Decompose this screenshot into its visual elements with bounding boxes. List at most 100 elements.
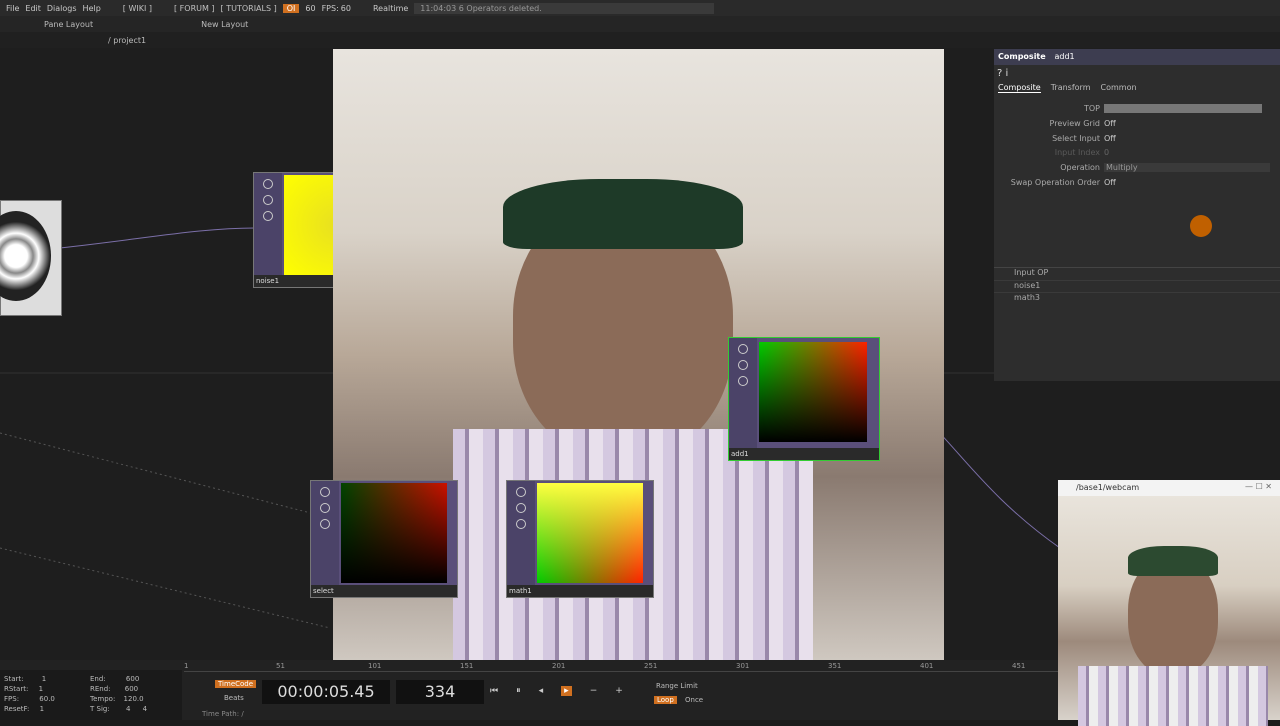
network-path[interactable]: / project1 — [108, 36, 146, 45]
select-input-toggle[interactable]: Off — [1104, 134, 1116, 143]
display-flag-icon[interactable] — [320, 519, 330, 529]
menu-edit[interactable]: Edit — [25, 4, 41, 13]
pause-icon[interactable]: ⏸ — [516, 686, 521, 696]
ramp-node[interactable] — [0, 200, 62, 316]
node-flags — [311, 481, 339, 585]
timecode-display[interactable]: 00:00:05.45 — [262, 680, 390, 704]
webcam-title: /base1/webcam — [1076, 483, 1140, 492]
once-button[interactable]: Once — [685, 696, 703, 704]
path-bar: / project1 — [0, 32, 1280, 48]
webcam-titlebar[interactable]: /base1/webcam — ☐ ✕ — [1058, 480, 1280, 496]
status-message: 11:04:03 6 Operators deleted. — [414, 2, 715, 14]
forum-link[interactable]: [ FORUM ] — [174, 4, 215, 13]
bypass-flag-icon[interactable] — [516, 503, 526, 513]
input-index-field[interactable]: 0 — [1104, 148, 1109, 157]
rend-field[interactable]: 600 — [125, 685, 138, 693]
transport-controls: ⏮ ⏸ ◂ ▸ − + — [490, 686, 623, 696]
top-field[interactable] — [1104, 103, 1262, 113]
new-layout-button[interactable]: New Layout — [201, 20, 248, 29]
loop-button[interactable]: Loop — [654, 696, 677, 704]
person-cap — [503, 179, 743, 249]
bypass-flag-icon[interactable] — [738, 360, 748, 370]
webcam-window[interactable]: /base1/webcam — ☐ ✕ — [1058, 480, 1280, 726]
op-type: Composite — [998, 52, 1046, 61]
display-flag-icon[interactable] — [263, 211, 273, 221]
select-node[interactable]: select — [310, 480, 458, 598]
cursor-highlight — [1190, 215, 1212, 237]
preview-grid-toggle[interactable]: Off — [1104, 119, 1116, 128]
pane-layout-button[interactable]: Pane Layout — [44, 20, 93, 29]
tempo-field[interactable]: 120.0 — [124, 695, 144, 703]
window-controls-icon[interactable]: — ☐ ✕ — [1245, 482, 1272, 491]
math1-preview — [537, 483, 643, 583]
plus-icon[interactable]: + — [615, 686, 623, 696]
person-cap — [1128, 546, 1218, 576]
time-path: Time Path: / — [202, 710, 244, 718]
oi-button[interactable]: OI — [282, 3, 300, 13]
menu-dialogs[interactable]: Dialogs — [47, 4, 77, 13]
step-back-icon[interactable]: ◂ — [539, 686, 544, 696]
param-preview-grid: Preview Grid Off — [1049, 118, 1116, 128]
tsig-a-field[interactable]: 4 — [126, 705, 130, 713]
param-operation: Operation Multiply — [994, 161, 1280, 173]
frame-display[interactable]: 334 — [396, 680, 484, 704]
viewer-flag-icon[interactable] — [320, 487, 330, 497]
wiki-link[interactable]: [ WIKI ] — [123, 4, 152, 13]
resetf-field[interactable]: 1 — [40, 705, 44, 713]
start-field[interactable]: 1 — [42, 675, 46, 683]
operation-menu[interactable]: Multiply — [1104, 162, 1270, 172]
add1-node[interactable]: add1 — [728, 337, 880, 461]
timeline-bar: Start: 1 RStart: 1 FPS: 60.0 ResetF: 1 E… — [0, 660, 1060, 720]
timecode-button[interactable]: TimeCode — [215, 680, 257, 688]
ramp-preview — [0, 211, 51, 301]
math1-node[interactable]: math1 — [506, 480, 654, 598]
menu-help[interactable]: Help — [83, 4, 101, 13]
bypass-flag-icon[interactable] — [263, 195, 273, 205]
param-tabs: Composite Transform Common — [998, 83, 1137, 93]
rewind-icon[interactable]: ⏮ — [490, 686, 498, 696]
param-top: TOP — [994, 102, 1280, 114]
fps-field[interactable]: 60.0 — [39, 695, 55, 703]
bypass-flag-icon[interactable] — [320, 503, 330, 513]
param-header: Composite add1 — [994, 49, 1280, 65]
range-settings: Start: 1 RStart: 1 FPS: 60.0 ResetF: 1 E… — [0, 670, 182, 720]
input-item[interactable]: math3 — [994, 292, 1280, 304]
end-field[interactable]: 600 — [126, 675, 139, 683]
node-flags — [729, 338, 757, 448]
display-flag-icon[interactable] — [516, 519, 526, 529]
tab-composite[interactable]: Composite — [998, 83, 1041, 93]
param-select-input: Select Input Off — [1052, 133, 1116, 143]
op-name[interactable]: add1 — [1054, 52, 1074, 61]
menubar: File Edit Dialogs Help [ WIKI ] [ FORUM … — [0, 0, 1280, 16]
input-item[interactable]: noise1 — [994, 280, 1280, 292]
tab-common[interactable]: Common — [1101, 83, 1137, 93]
realtime-toggle[interactable]: Realtime — [373, 4, 408, 13]
node-flags — [254, 173, 282, 275]
viewer-flag-icon[interactable] — [263, 179, 273, 189]
range-limit-label: Range Limit — [656, 682, 698, 690]
fps-readout: 60 — [340, 3, 351, 13]
display-flag-icon[interactable] — [738, 376, 748, 386]
time-ruler[interactable]: 1 51 101 151 201 251 301 351 401 451 — [184, 662, 1060, 672]
tab-transform[interactable]: Transform — [1051, 83, 1091, 93]
help-icon[interactable]: ? i — [997, 68, 1008, 79]
node-label: add1 — [729, 448, 879, 460]
inputs-list: Input OP noise1 math3 — [994, 267, 1280, 304]
viewer-flag-icon[interactable] — [516, 487, 526, 497]
pane-bar: Pane Layout New Layout — [0, 16, 1280, 32]
beats-button[interactable]: Beats — [224, 694, 244, 702]
person-shirt — [1078, 666, 1268, 726]
tsig-b-field[interactable]: 4 — [143, 705, 147, 713]
play-icon[interactable]: ▸ — [561, 686, 572, 696]
parameter-panel: Composite add1 ? i Composite Transform C… — [994, 49, 1280, 381]
param-input-index: Input Index 0 — [1054, 147, 1110, 157]
menu-file[interactable]: File — [6, 4, 19, 13]
minus-icon[interactable]: − — [590, 686, 598, 696]
select-preview — [341, 483, 447, 583]
tutorials-link[interactable]: [ TUTORIALS ] — [221, 4, 277, 13]
viewer-flag-icon[interactable] — [738, 344, 748, 354]
swap-order-toggle[interactable]: Off — [1104, 178, 1116, 187]
webcam-feed — [1058, 496, 1280, 726]
fps-label: FPS: — [321, 3, 339, 13]
rstart-field[interactable]: 1 — [39, 685, 43, 693]
